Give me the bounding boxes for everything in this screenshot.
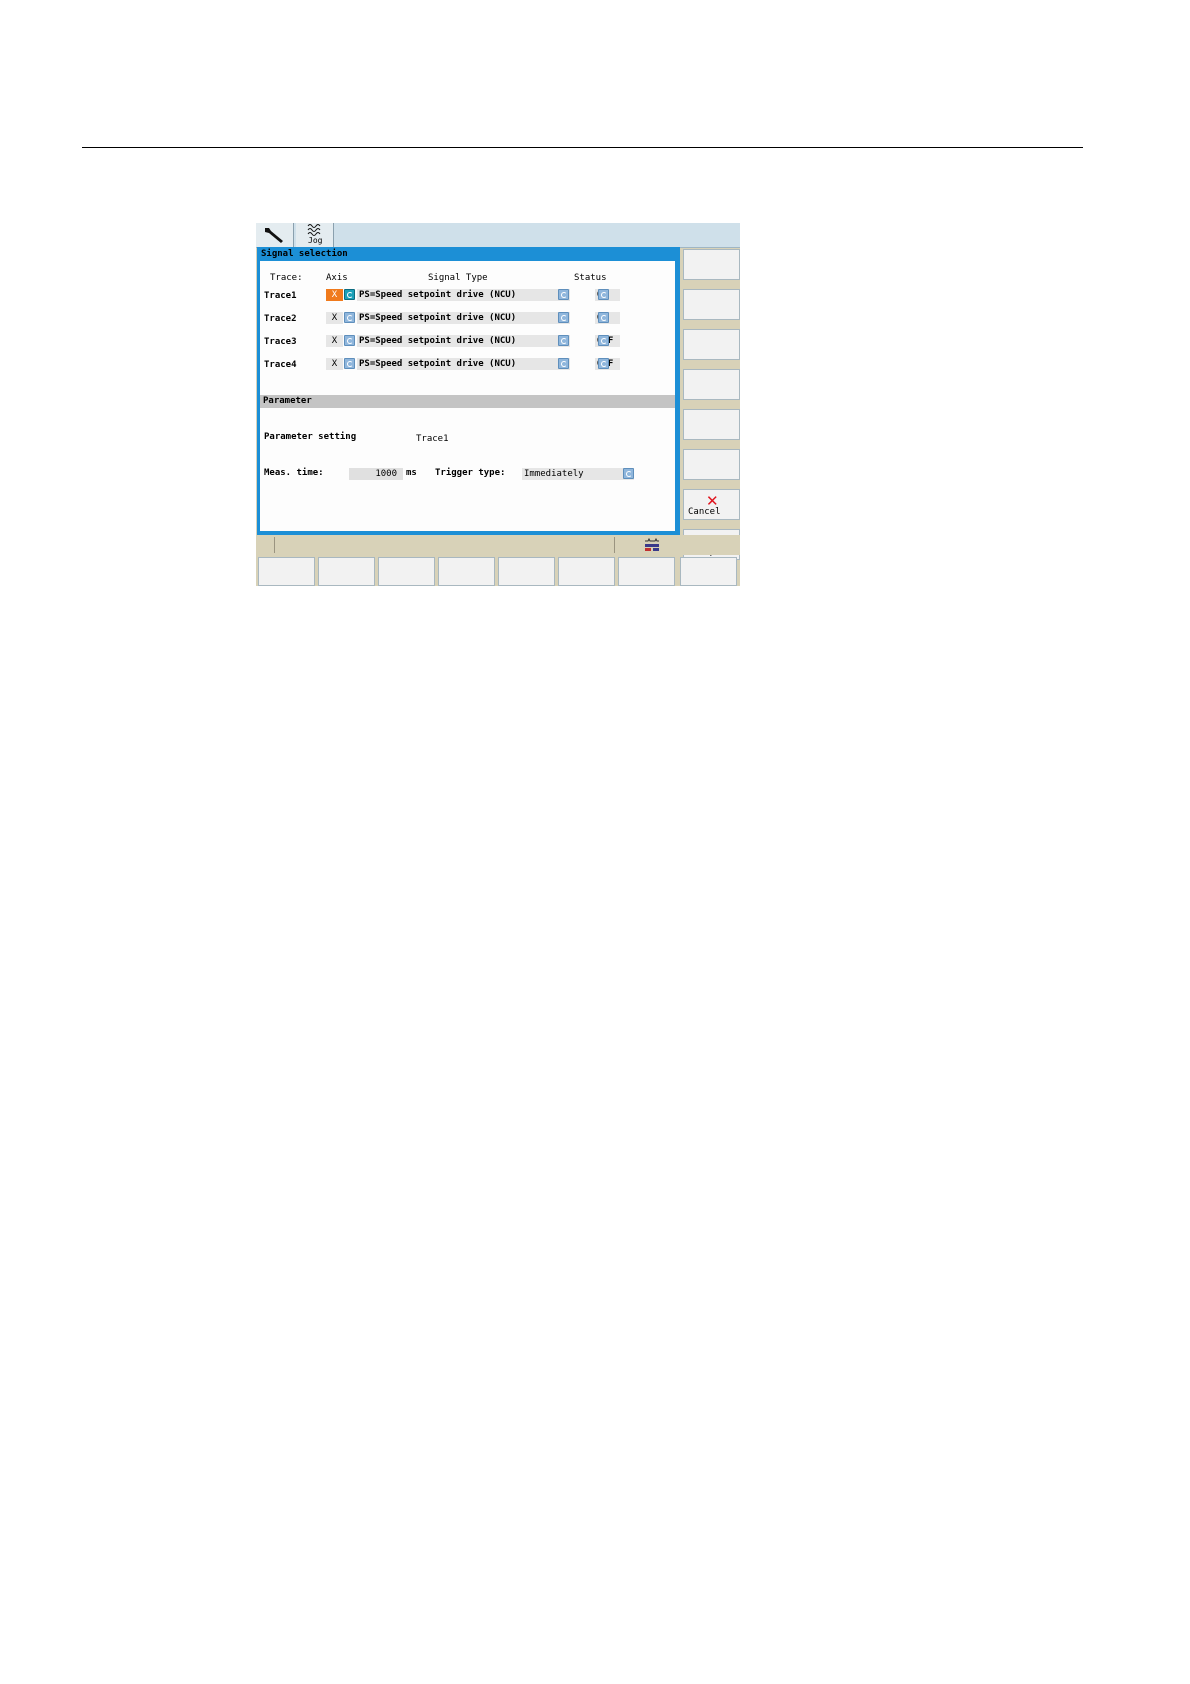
parameter-section-header: Parameter (260, 395, 675, 408)
trace4-signal-toggle-icon[interactable] (558, 358, 569, 369)
meas-time-unit: ms (406, 468, 417, 478)
vertical-softkey-3[interactable] (683, 329, 740, 360)
trace1-axis-field[interactable]: X (326, 289, 343, 301)
jog-button[interactable]: Jog (296, 223, 334, 247)
header-axis: Axis (326, 273, 348, 283)
jog-label: Jog (308, 236, 323, 245)
trace1-status-toggle-icon[interactable] (598, 289, 609, 300)
page-header-rule (82, 147, 1083, 148)
horizontal-softkey-5[interactable] (498, 557, 555, 586)
signal-selection-dialog: Signal selection Trace: Axis Signal Type… (257, 247, 680, 535)
setup-button[interactable] (256, 223, 294, 247)
trace1-signal-toggle-icon[interactable] (558, 289, 569, 300)
meas-time-label: Meas. time: (264, 468, 324, 478)
trace3-axis-field[interactable]: X (326, 335, 343, 347)
header-signal-type: Signal Type (428, 273, 488, 283)
cancel-x-icon: ✕ (706, 492, 719, 510)
vertical-softkey-1[interactable] (683, 249, 740, 280)
trace4-axis-toggle-icon[interactable] (344, 358, 355, 369)
dialog-title: Signal selection (261, 249, 348, 259)
trigger-type-toggle-icon[interactable] (623, 468, 634, 479)
wrench-icon (265, 228, 283, 243)
trace3-axis-toggle-icon[interactable] (344, 335, 355, 346)
horizontal-softkey-6[interactable] (558, 557, 615, 586)
trace2-axis-toggle-icon[interactable] (344, 312, 355, 323)
vertical-softkey-4[interactable] (683, 369, 740, 400)
dialog-body: Trace: Axis Signal Type Status Trace1 X … (260, 261, 675, 531)
trigger-type-label: Trigger type: (435, 468, 506, 478)
horizontal-softkeys (256, 555, 740, 586)
horizontal-softkey-1[interactable] (258, 557, 315, 586)
horizontal-softkey-4[interactable] (438, 557, 495, 586)
trace3-status-toggle-icon[interactable] (598, 335, 609, 346)
trace3-label: Trace3 (264, 337, 297, 347)
trace2-status-toggle-icon[interactable] (598, 312, 609, 323)
channel-status-icon (645, 538, 659, 551)
trace2-signal-toggle-icon[interactable] (558, 312, 569, 323)
trace3-signal-toggle-icon[interactable] (558, 335, 569, 346)
status-segment-divider (614, 537, 615, 553)
trace2-signal-field[interactable]: PS=Speed setpoint drive (NCU) (357, 312, 570, 324)
trigger-type-field[interactable]: Immediately (522, 468, 634, 480)
header-trace: Trace: (270, 273, 303, 283)
horizontal-softkey-7[interactable] (618, 557, 675, 586)
vertical-softkey-2[interactable] (683, 289, 740, 320)
hmi-screen: Jog Signal selection Trace: Axis Signal … (256, 223, 740, 586)
cancel-label: Cancel (688, 507, 721, 517)
trace1-label: Trace1 (264, 291, 297, 301)
trace4-signal-field[interactable]: PS=Speed setpoint drive (NCU) (357, 358, 570, 370)
status-bar (256, 535, 740, 555)
vertical-softkey-5[interactable] (683, 409, 740, 440)
status-segment-divider (274, 537, 275, 553)
top-bar: Jog (256, 223, 740, 248)
cancel-button[interactable]: ✕ Cancel (683, 489, 740, 520)
trace1-axis-toggle-icon[interactable] (344, 289, 355, 300)
trace4-status-toggle-icon[interactable] (598, 358, 609, 369)
horizontal-softkey-2[interactable] (318, 557, 375, 586)
trace1-signal-field[interactable]: PS=Speed setpoint drive (NCU) (357, 289, 570, 301)
parameter-setting-value: Trace1 (416, 434, 449, 444)
horizontal-softkey-3[interactable] (378, 557, 435, 586)
signal-wave-icon (307, 224, 321, 236)
parameter-setting-label: Parameter setting (264, 432, 357, 442)
trace4-label: Trace4 (264, 360, 297, 370)
meas-time-input[interactable]: 1000 (349, 468, 403, 480)
trace2-axis-field[interactable]: X (326, 312, 343, 324)
horizontal-softkey-8[interactable] (680, 557, 737, 586)
header-status: Status (574, 273, 607, 283)
trace3-signal-field[interactable]: PS=Speed setpoint drive (NCU) (357, 335, 570, 347)
vertical-softkey-6[interactable] (683, 449, 740, 480)
trace2-label: Trace2 (264, 314, 297, 324)
trace4-axis-field[interactable]: X (326, 358, 343, 370)
